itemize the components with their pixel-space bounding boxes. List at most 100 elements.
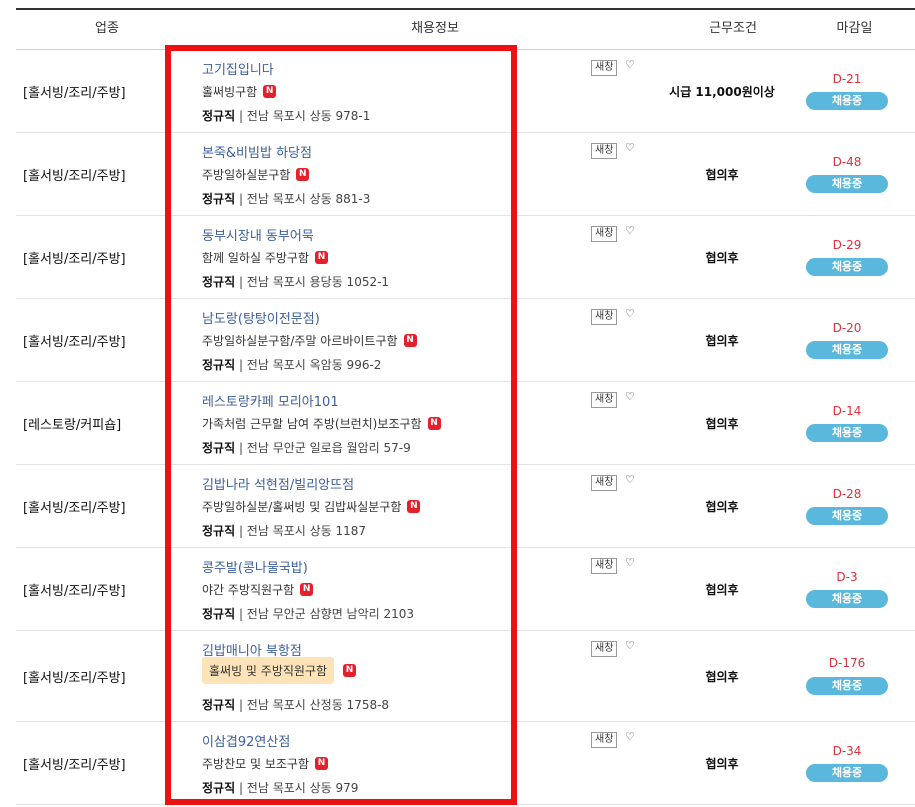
- job-desc-text[interactable]: 야간 주방직원구함: [202, 581, 294, 598]
- status-badge: 채용중: [806, 92, 888, 110]
- new-window-button[interactable]: 새창: [591, 143, 618, 159]
- row-condition: 협의후: [705, 669, 739, 684]
- row-dday: D-34: [832, 744, 862, 758]
- job-desc-text[interactable]: 주방일하실분구함: [202, 166, 290, 183]
- job-location: 정규직 | 전남 목포시 상동 978-1: [202, 107, 370, 124]
- job-desc-text[interactable]: 주방일하실분구함/주말 아르바이트구함: [202, 332, 398, 349]
- heart-icon[interactable]: ♡: [625, 556, 635, 569]
- row-category: [레스토랑/커피숍]: [23, 417, 122, 433]
- new-badge: N: [315, 757, 328, 770]
- job-desc-text[interactable]: 주방찬모 및 보조구함: [202, 755, 309, 772]
- job-desc[interactable]: 주방일하실분구함/주말 아르바이트구함 N: [202, 332, 417, 349]
- header-condition: 근무조건: [709, 21, 757, 36]
- row-condition: 협의후: [705, 499, 739, 514]
- new-badge: N: [403, 334, 417, 347]
- table-row: [홀서빙/조리/주방] 본죽&비빔밥 하당점 주방일하실분구함 N 정규직 | 전…: [16, 133, 915, 216]
- row-dday: D-29: [832, 238, 862, 252]
- row-dday: D-176: [828, 656, 866, 670]
- row-dday: D-21: [832, 72, 862, 86]
- job-address: | 전남 무안군 일로읍 월암리 57-9: [235, 441, 411, 455]
- job-desc[interactable]: 홀써빙 및 주방직원구함 N: [202, 657, 357, 684]
- job-type: 정규직: [202, 192, 236, 206]
- new-window-button[interactable]: 새창: [591, 226, 618, 242]
- job-location: 정규직 | 전남 목포시 용당동 1052-1: [202, 273, 389, 290]
- job-address: | 전남 목포시 상동 1187: [235, 524, 367, 538]
- status-badge: 채용중: [806, 764, 888, 782]
- header-deadline: 마감일: [836, 21, 873, 36]
- row-condition: 협의후: [705, 167, 739, 182]
- new-window-button[interactable]: 새창: [591, 392, 618, 408]
- job-location: 정규직 | 전남 무안군 삼향면 남악리 2103: [202, 605, 414, 622]
- row-condition: 시급 11,000원이상: [669, 84, 775, 99]
- job-desc[interactable]: 함께 일하실 주방구함 N: [202, 249, 328, 266]
- row-dday: D-48: [832, 155, 862, 169]
- new-window-button[interactable]: 새창: [591, 60, 618, 76]
- new-window-button[interactable]: 새창: [591, 732, 618, 748]
- job-type: 정규직: [202, 109, 236, 123]
- heart-icon[interactable]: ♡: [625, 307, 635, 320]
- row-category: [홀서빙/조리/주방]: [23, 334, 126, 350]
- new-badge: N: [263, 85, 277, 98]
- job-title-link[interactable]: 김밥나라 석현점/빌리앙뜨점: [202, 474, 354, 493]
- row-dday: D-14: [832, 404, 862, 418]
- heart-icon[interactable]: ♡: [625, 58, 635, 71]
- job-title-link[interactable]: 동부시장내 동부어묵: [202, 225, 314, 244]
- table-row: [홀서빙/조리/주방] 김밥나라 석현점/빌리앙뜨점 주방일하실분/홀써빙 및 …: [16, 465, 915, 548]
- row-dday: D-3: [836, 570, 858, 584]
- job-address: | 전남 목포시 상동 978-1: [235, 109, 371, 123]
- row-condition: 협의후: [705, 756, 739, 771]
- new-badge: N: [315, 251, 328, 264]
- job-desc[interactable]: 주방일하실분/홀써빙 및 김밥싸실분구함 N: [202, 498, 421, 515]
- table-row: [홀서빙/조리/주방] 동부시장내 동부어묵 함께 일하실 주방구함 N 정규직 …: [16, 216, 915, 299]
- job-title-link[interactable]: 이삼겹92연산점: [202, 731, 290, 750]
- table-row: [홀서빙/조리/주방] 이삼겹92연산점 주방찬모 및 보조구함 N 정규직 | …: [16, 722, 915, 805]
- table-header: 업종 채용정보 근무조건 마감일: [16, 10, 915, 50]
- job-desc[interactable]: 야간 주방직원구함 N: [202, 581, 314, 598]
- job-type: 정규직: [202, 524, 236, 538]
- new-window-button[interactable]: 새창: [591, 558, 618, 574]
- new-badge: N: [296, 168, 310, 181]
- job-location: 정규직 | 전남 무안군 일로읍 월암리 57-9: [202, 439, 411, 456]
- new-window-button[interactable]: 새창: [591, 475, 618, 491]
- new-badge: N: [427, 417, 441, 430]
- job-title-link[interactable]: 본죽&비빔밥 하당점: [202, 142, 312, 161]
- job-location: 정규직 | 전남 목포시 상동 979: [202, 779, 358, 796]
- heart-icon[interactable]: ♡: [625, 473, 635, 486]
- status-badge: 채용중: [806, 258, 888, 276]
- job-desc-highlighted[interactable]: 홀써빙 및 주방직원구함: [202, 657, 335, 684]
- job-type: 정규직: [202, 698, 236, 712]
- job-title-link[interactable]: 남도랑(탕탕이전문점): [202, 308, 320, 327]
- job-desc-text[interactable]: 함께 일하실 주방구함: [202, 249, 309, 266]
- job-address: | 전남 목포시 상동 881-3: [235, 192, 371, 206]
- job-title-link[interactable]: 레스토랑카페 모리아101: [202, 391, 339, 410]
- job-title-link[interactable]: 고기집입니다: [202, 59, 274, 78]
- heart-icon[interactable]: ♡: [625, 224, 635, 237]
- job-desc[interactable]: 가족처럼 근무할 남여 주방(브런치)보조구함 N: [202, 415, 441, 432]
- heart-icon[interactable]: ♡: [625, 141, 635, 154]
- job-desc-text[interactable]: 가족처럼 근무할 남여 주방(브런치)보조구함: [202, 415, 422, 432]
- job-listing-table: 업종 채용정보 근무조건 마감일 [홀서빙/조리/주방] 고기집입니다 홀써빙구…: [16, 8, 915, 805]
- heart-icon[interactable]: ♡: [625, 390, 635, 403]
- table-row: [홀서빙/조리/주방] 콩주발(콩나물국밥) 야간 주방직원구함 N 정규직 | …: [16, 548, 915, 631]
- job-location: 정규직 | 전남 목포시 상동 881-3: [202, 190, 370, 207]
- job-desc[interactable]: 홀써빙구함 N: [202, 83, 277, 100]
- row-condition: 협의후: [705, 582, 739, 597]
- heart-icon[interactable]: ♡: [625, 730, 635, 743]
- row-category: [홀서빙/조리/주방]: [23, 251, 126, 267]
- job-desc-text[interactable]: 홀써빙구함: [202, 83, 257, 100]
- new-window-button[interactable]: 새창: [591, 309, 618, 325]
- heart-icon[interactable]: ♡: [625, 639, 635, 652]
- job-type: 정규직: [202, 275, 236, 289]
- job-type: 정규직: [202, 358, 236, 372]
- status-badge: 채용중: [806, 175, 888, 193]
- job-desc[interactable]: 주방일하실분구함 N: [202, 166, 310, 183]
- job-location: 정규직 | 전남 목포시 옥암동 996-2: [202, 356, 381, 373]
- new-window-button[interactable]: 새창: [591, 641, 618, 657]
- job-desc[interactable]: 주방찬모 및 보조구함 N: [202, 755, 328, 772]
- job-title-link[interactable]: 콩주발(콩나물국밥): [202, 557, 308, 576]
- job-desc-text[interactable]: 주방일하실분/홀써빙 및 김밥싸실분구함: [202, 498, 401, 515]
- job-address: | 전남 목포시 상동 979: [235, 781, 359, 795]
- row-category: [홀서빙/조리/주방]: [23, 168, 126, 184]
- job-address: | 전남 목포시 용당동 1052-1: [235, 275, 390, 289]
- row-condition: 협의후: [705, 250, 739, 265]
